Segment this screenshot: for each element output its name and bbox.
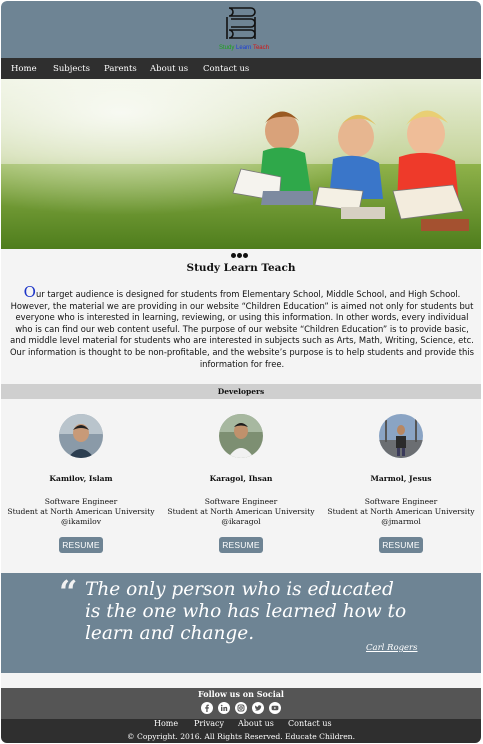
developer-card: Marmol, Jesus Software Engineer Student … (321, 414, 481, 554)
developer-info: Software Engineer Student at North Ameri… (1, 497, 161, 526)
developer-role: Software Engineer (204, 497, 278, 506)
developer-school: Student at North American University (327, 506, 475, 516)
hero-image (1, 79, 481, 249)
resume-button[interactable]: RESUME (379, 537, 423, 554)
nav-parents[interactable]: Parents (104, 64, 137, 74)
developer-name: Kamilov, Islam (49, 474, 113, 483)
quote-author-link[interactable]: Carl Rogers (366, 643, 417, 653)
youtube-icon[interactable] (269, 702, 281, 714)
logo-wordmark: Study Learn Teach (219, 45, 269, 51)
developers-heading: Developers (1, 384, 481, 399)
developer-role: Software Engineer (44, 497, 118, 506)
footer-link-contact-us[interactable]: Contact us (288, 719, 332, 728)
logo-word-learn: Learn (236, 45, 252, 51)
avatar (379, 414, 423, 458)
slider-dot[interactable] (237, 253, 242, 258)
footer-bottom: Home Privacy About us Contact us © Copyr… (1, 719, 481, 743)
developer-name: Marmol, Jesus (370, 474, 432, 483)
intro-paragraph: Our target audience is designed for stud… (7, 285, 477, 370)
developer-handle: @ikamilov (60, 516, 102, 526)
footer-social: Follow us on Social (1, 688, 481, 719)
developer-info: Software Engineer Student at North Ameri… (321, 497, 481, 526)
resume-button[interactable]: RESUME (59, 537, 103, 554)
intro-title: Study Learn Teach (186, 262, 296, 274)
nav-home[interactable]: Home (11, 64, 37, 74)
main-nav: Home Subjects Parents About us Contact u… (1, 58, 481, 79)
follow-label: Follow us on Social (198, 689, 284, 699)
resume-button[interactable]: RESUME (219, 537, 263, 554)
hero-slider[interactable] (1, 79, 481, 249)
developer-name: Karagol, Ihsan (209, 474, 273, 483)
slider-indicator (231, 243, 249, 262)
footer-link-about-us[interactable]: About us (238, 719, 274, 728)
slider-dot[interactable] (243, 253, 248, 258)
logo-word-study: Study (219, 45, 235, 51)
book-stack-logo-icon (226, 7, 256, 39)
slider-dot[interactable] (231, 253, 236, 258)
intro-body: ur target audience is designed for stude… (9, 289, 475, 369)
site-header: Study Learn Teach (1, 1, 481, 58)
avatar (59, 414, 103, 458)
developer-role: Software Engineer (364, 497, 438, 506)
logo-word-teach: Teach (252, 45, 269, 51)
page: Study Learn Teach Home Subjects Parents … (1, 1, 481, 743)
nav-subjects[interactable]: Subjects (53, 64, 90, 74)
developer-card: Karagol, Ihsan Software Engineer Student… (161, 414, 321, 554)
quote-text: The only person who is educated is the o… (85, 579, 407, 644)
footer-link-home[interactable]: Home (154, 719, 178, 728)
developer-handle: @jmarmol (381, 516, 421, 526)
drop-cap: O (23, 283, 36, 301)
site-logo[interactable]: Study Learn Teach (219, 5, 269, 55)
nav-about-us[interactable]: About us (150, 64, 188, 74)
copyright: © Copyright. 2016. All Rights Reserved. … (127, 732, 355, 741)
instagram-icon[interactable] (235, 702, 247, 714)
avatar (219, 414, 263, 458)
developer-handle: @ikaragol (221, 516, 261, 526)
quote-mark-icon: “ (59, 573, 78, 611)
quote-section: “ The only person who is educated is the… (1, 573, 481, 673)
developer-info: Software Engineer Student at North Ameri… (161, 497, 321, 526)
footer-link-privacy[interactable]: Privacy (194, 719, 224, 728)
linkedin-icon[interactable] (218, 702, 230, 714)
twitter-icon[interactable] (252, 702, 264, 714)
developer-school: Student at North American University (7, 506, 155, 516)
facebook-icon[interactable] (201, 702, 213, 714)
nav-contact-us[interactable]: Contact us (203, 64, 249, 74)
social-links (201, 702, 283, 715)
developer-school: Student at North American University (167, 506, 315, 516)
developer-card: Kamilov, Islam Software Engineer Student… (1, 414, 161, 554)
